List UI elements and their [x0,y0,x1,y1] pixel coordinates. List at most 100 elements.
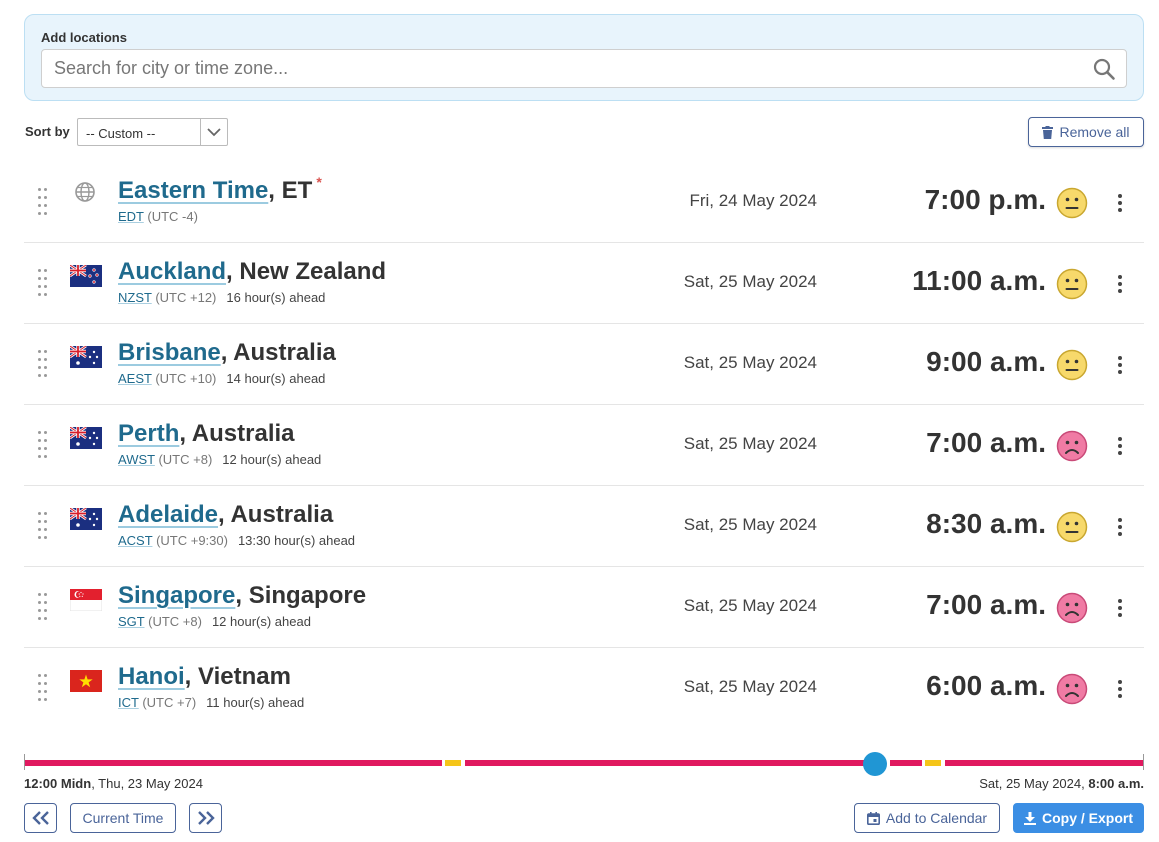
timezone-abbr-link[interactable]: ICT [118,695,139,710]
location-time: 8:30 a.m. [926,508,1046,539]
add-to-calendar-button[interactable]: Add to Calendar [854,803,1000,833]
next-button[interactable] [189,803,222,833]
city-link[interactable]: Brisbane [118,339,221,366]
city-link[interactable]: Eastern Time [118,177,268,204]
location-name: Hanoi, Vietnam [118,663,291,691]
more-options-icon[interactable] [1117,274,1123,294]
timezone-info: AEST (UTC +10) 14 hour(s) ahead [118,371,325,386]
timeline-handle[interactable] [863,752,887,776]
location-row: Perth, Australia AWST (UTC +8) 12 hour(s) … [24,405,1144,486]
location-name: Auckland, New Zealand [118,258,386,286]
neutral-face-icon [1056,187,1088,219]
search-icon[interactable] [1092,57,1116,81]
calendar-icon [866,811,880,825]
flag-vietnam-icon [70,670,102,692]
location-row: Hanoi, Vietnam ICT (UTC +7) 11 hour(s) ahe… [24,648,1144,729]
sort-selected-value: -- Custom -- [86,126,156,141]
timezone-abbr-link[interactable]: EDT [118,209,144,224]
location-row: Brisbane, Australia AEST (UTC +10) 14 hour… [24,324,1144,405]
city-link[interactable]: Singapore [118,582,235,609]
previous-button[interactable] [24,803,57,833]
hours-ahead: 12 hour(s) ahead [211,614,311,629]
utc-offset: (UTC +12) [155,290,217,305]
timezone-abbr-link[interactable]: NZST [118,290,152,305]
drag-handle-icon[interactable] [38,188,50,218]
more-options-icon[interactable] [1117,598,1123,618]
timezone-info: AWST (UTC +8) 12 hour(s) ahead [118,452,321,467]
hours-ahead: 12 hour(s) ahead [222,452,322,467]
region-name: , Australia [220,339,336,366]
remove-all-button[interactable]: Remove all [1028,117,1144,147]
sort-dropdown-toggle[interactable] [200,119,227,145]
download-icon [1023,811,1036,825]
drag-handle-icon[interactable] [38,269,50,299]
city-link[interactable]: Adelaide [118,501,218,528]
search-input[interactable] [52,50,1082,87]
flag-australia-icon [69,344,102,368]
search-box[interactable] [41,49,1127,88]
hours-ahead: 16 hour(s) ahead [226,290,326,305]
location-row: Auckland, New Zealand NZST (UTC +12) 16 ho… [24,243,1144,324]
timezone-abbr-link[interactable]: ACST [118,533,152,548]
timeline-night-segment [945,760,1144,766]
timeline-start-time: 12:00 Midn [24,776,92,791]
location-date: Fri, 24 May 2024 [689,191,817,210]
utc-offset: (UTC -4) [147,209,198,224]
hours-ahead: 11 hour(s) ahead [206,695,305,710]
home-marker: * [316,174,322,190]
timeline-start-label: 12:00 Midn, Thu, 23 May 2024 [24,776,203,791]
timezone-info: EDT (UTC -4) [118,209,198,224]
location-name: Adelaide, Australia [118,501,333,529]
timeline-slider[interactable] [24,752,1144,776]
drag-handle-icon[interactable] [38,593,50,623]
drag-handle-icon[interactable] [38,674,50,704]
timeline-end-tick [24,754,25,770]
location-date: Sat, 25 May 2024 [683,272,817,291]
utc-offset: (UTC +8) [158,452,213,467]
more-options-icon[interactable] [1117,436,1123,456]
region-name: , Australia [218,501,334,528]
city-link[interactable]: Hanoi [118,663,185,690]
more-options-icon[interactable] [1117,679,1123,699]
flag-australia-icon [69,506,102,530]
region-name: , ET [268,177,313,204]
location-date: Sat, 25 May 2024 [683,677,817,696]
add-locations-panel: Add locations [24,14,1144,101]
copy-export-label: Copy / Export [1041,810,1133,826]
drag-handle-icon[interactable] [38,350,50,380]
utc-offset: (UTC +9:30) [156,533,228,548]
timeline-night-segment [890,760,922,766]
location-name: Singapore, Singapore [118,582,366,610]
hours-ahead: 13:30 hour(s) ahead [237,533,356,548]
more-options-icon[interactable] [1117,355,1123,375]
trash-icon [1042,125,1054,139]
search-label: Add locations [41,30,127,45]
sort-select[interactable]: -- Custom -- [77,118,228,146]
hours-ahead: 14 hour(s) ahead [226,371,326,386]
timezone-abbr-link[interactable]: SGT [118,614,145,629]
timeline-daylight-segment [445,760,461,766]
double-chevron-right-icon [197,811,215,825]
more-options-icon[interactable] [1117,517,1123,537]
city-link[interactable]: Perth [118,420,179,447]
timeline-end-label: Sat, 25 May 2024, 8:00 a.m. [979,776,1144,791]
city-link[interactable]: Auckland [118,258,226,285]
drag-handle-icon[interactable] [38,431,50,461]
location-time: 7:00 a.m. [926,427,1046,458]
timezone-abbr-link[interactable]: AWST [118,452,155,467]
timezone-abbr-link[interactable]: AEST [118,371,152,386]
copy-export-button[interactable]: Copy / Export [1013,803,1144,833]
location-row: Singapore, Singapore SGT (UTC +8) 12 hour(… [24,567,1144,648]
utc-offset: (UTC +7) [142,695,197,710]
location-date: Sat, 25 May 2024 [683,353,817,372]
utc-offset: (UTC +10) [155,371,217,386]
sort-label: Sort by [25,124,70,139]
drag-handle-icon[interactable] [38,512,50,542]
timezone-info: SGT (UTC +8) 12 hour(s) ahead [118,614,311,629]
more-options-icon[interactable] [1117,193,1123,213]
current-time-button[interactable]: Current Time [70,803,176,833]
remove-all-label: Remove all [1059,124,1130,140]
flag-new-zealand-icon [69,263,102,287]
location-date: Sat, 25 May 2024 [683,596,817,615]
current-time-label: Current Time [82,810,164,826]
